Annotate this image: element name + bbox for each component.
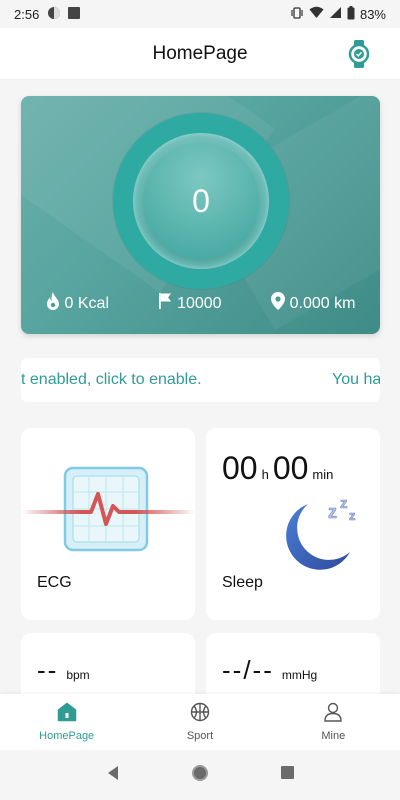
svg-text:z: z xyxy=(340,495,348,512)
vibrate-icon xyxy=(290,6,304,23)
sleep-hours: 00 xyxy=(222,450,258,486)
signal-icon xyxy=(329,6,342,22)
sleep-label: Sleep xyxy=(222,574,263,591)
nav-mine-label: Mine xyxy=(321,730,346,742)
flame-icon xyxy=(46,292,60,315)
svg-text:z: z xyxy=(349,508,356,523)
notice-text: t enabled, click to enable. xyxy=(21,371,202,388)
home-icon xyxy=(57,702,77,725)
nav-sport-label: Sport xyxy=(186,730,214,742)
nav-mine[interactable]: Mine xyxy=(267,694,400,750)
app-header: HomePage xyxy=(0,28,400,80)
steps-summary-card[interactable]: 0 0 Kcal 10000 0.000 km xyxy=(21,96,380,334)
flag-icon xyxy=(158,292,172,315)
battery-icon xyxy=(347,5,355,23)
system-navigation-bar xyxy=(0,750,400,800)
battery-percent: 83% xyxy=(359,6,386,22)
goal-stat: 10000 xyxy=(158,292,222,315)
blood-pressure-reading: --/-- mmHg xyxy=(222,655,317,686)
recents-icon[interactable] xyxy=(280,765,295,785)
bottom-navigation: HomePage Sport Mine xyxy=(0,694,400,750)
enable-notice-banner[interactable]: t enabled, click to enable. You ha xyxy=(21,358,380,402)
calories-value: 0 Kcal xyxy=(64,294,109,312)
heart-rate-reading: -- bpm xyxy=(37,655,90,686)
sleep-minutes-unit: min xyxy=(312,467,334,482)
notice-text-next: You ha xyxy=(332,371,380,388)
location-pin-icon xyxy=(270,292,285,315)
steps-count: 0 xyxy=(192,182,210,219)
heart-rate-value: -- xyxy=(37,655,59,685)
nav-homepage[interactable]: HomePage xyxy=(0,694,133,750)
hero-stats-row: 0 Kcal 10000 0.000 km xyxy=(21,292,380,315)
ecg-icon xyxy=(21,464,195,559)
app-notification-icon xyxy=(47,6,61,23)
nav-sport[interactable]: Sport xyxy=(133,694,266,750)
heart-rate-unit: bpm xyxy=(66,668,90,682)
status-time: 2:56 xyxy=(14,6,40,22)
nav-homepage-label: HomePage xyxy=(39,730,95,742)
distance-value: 0.000 km xyxy=(289,294,356,312)
stop-square-icon xyxy=(67,6,81,23)
page-title: HomePage xyxy=(152,42,248,64)
status-bar: 2:56 83% xyxy=(0,0,400,28)
sleep-minutes: 00 xyxy=(272,450,309,486)
basketball-icon xyxy=(190,702,210,725)
svg-text:z: z xyxy=(328,502,337,522)
goal-value: 10000 xyxy=(177,294,222,312)
watch-check-icon[interactable] xyxy=(348,39,370,74)
steps-progress-ring: 0 xyxy=(113,113,289,289)
sleep-duration: 00 h 00 min xyxy=(222,450,337,487)
blood-pressure-unit: mmHg xyxy=(281,668,318,682)
moon-sleep-icon: z z z xyxy=(278,490,368,579)
wifi-icon xyxy=(309,6,324,22)
home-circle-icon[interactable] xyxy=(191,764,209,787)
calories-stat: 0 Kcal xyxy=(46,292,109,315)
sleep-card[interactable]: 00 h 00 min z z z Sleep xyxy=(206,428,380,620)
sleep-hours-unit: h xyxy=(261,467,269,482)
blood-pressure-value: --/-- xyxy=(222,655,274,685)
ecg-label: ECG xyxy=(37,574,72,591)
back-icon[interactable] xyxy=(105,765,121,786)
distance-stat: 0.000 km xyxy=(270,292,356,315)
blood-pressure-card[interactable]: --/-- mmHg xyxy=(206,633,380,703)
heart-rate-card[interactable]: -- bpm xyxy=(21,633,195,703)
ecg-card[interactable]: ECG xyxy=(21,428,195,620)
person-icon xyxy=(323,702,343,725)
